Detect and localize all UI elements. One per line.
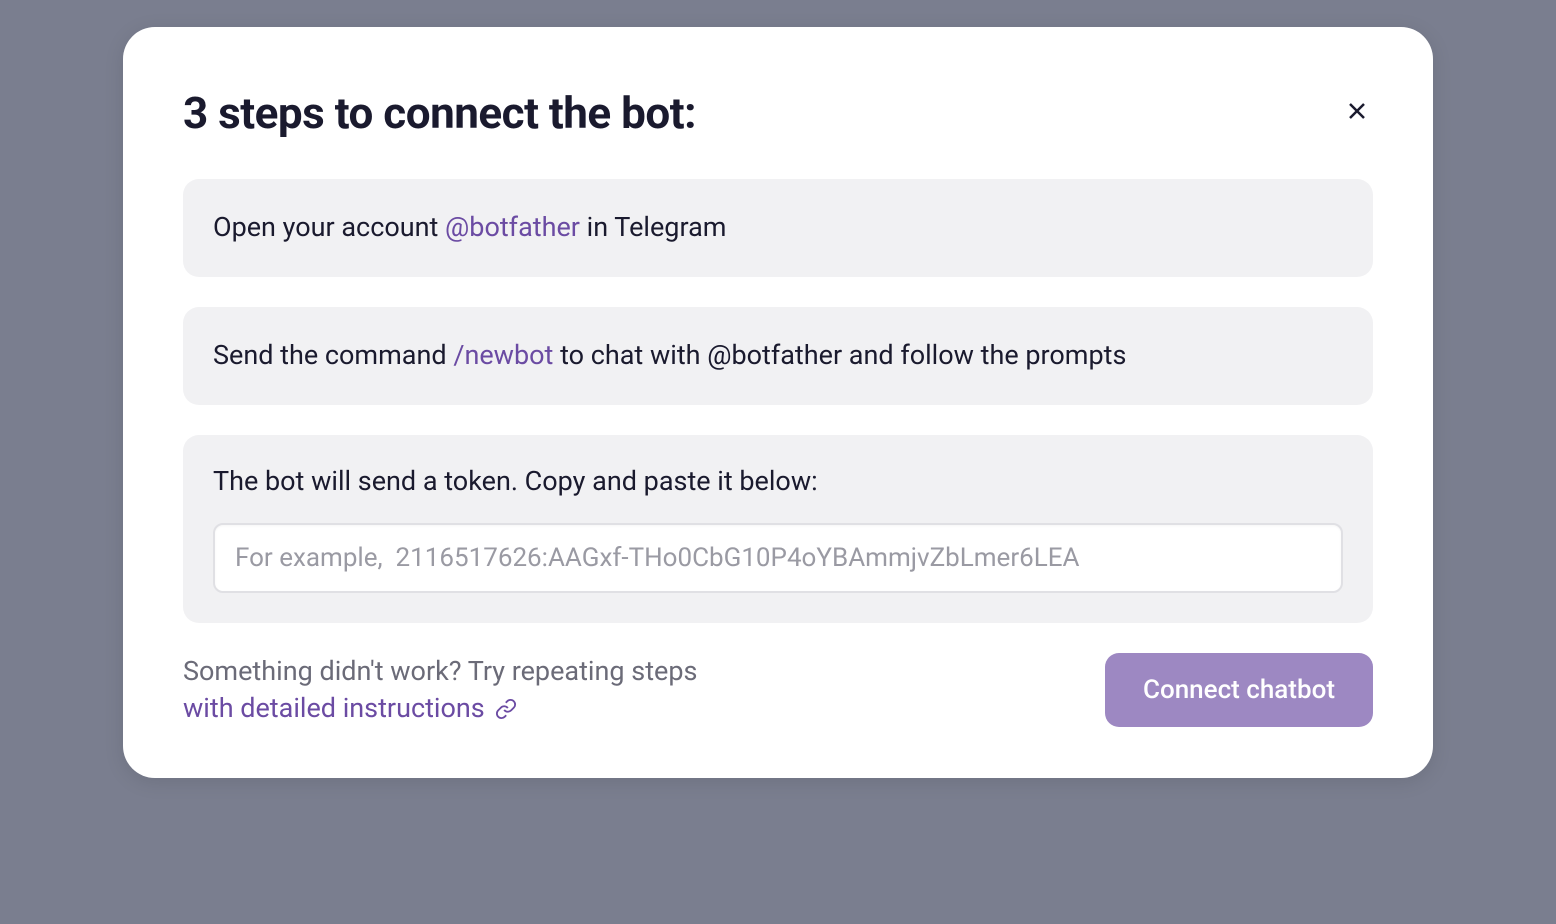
help-link-text: with detailed instructions [183, 690, 485, 728]
step-3-box: The bot will send a token. Copy and past… [183, 435, 1373, 623]
modal-header: 3 steps to connect the bot: [183, 87, 1373, 139]
step-3-text: The bot will send a token. Copy and past… [213, 465, 1343, 497]
close-icon [1345, 99, 1369, 123]
step-2-prefix: Send the command [213, 339, 453, 371]
connect-chatbot-button[interactable]: Connect chatbot [1105, 653, 1373, 727]
help-prefix: Something didn't work? Try repeating ste… [183, 655, 697, 687]
step-1-prefix: Open your account [213, 211, 445, 243]
step-2-suffix: to chat with @botfather and follow the p… [553, 339, 1126, 371]
help-text: Something didn't work? Try repeating ste… [183, 653, 697, 729]
step-1-box: Open your account @botfather in Telegram [183, 179, 1373, 277]
token-input[interactable] [213, 523, 1343, 593]
detailed-instructions-link[interactable]: with detailed instructions [183, 690, 517, 728]
step-2-box: Send the command /newbot to chat with @b… [183, 307, 1373, 405]
step-2-highlight: /newbot [453, 339, 553, 371]
link-icon [495, 698, 517, 720]
modal-footer: Something didn't work? Try repeating ste… [183, 653, 1373, 729]
step-1-highlight[interactable]: @botfather [445, 211, 580, 243]
close-button[interactable] [1341, 95, 1373, 127]
step-1-suffix: in Telegram [580, 211, 727, 243]
modal-title: 3 steps to connect the bot: [183, 87, 696, 139]
connect-bot-modal: 3 steps to connect the bot: Open your ac… [123, 27, 1433, 778]
